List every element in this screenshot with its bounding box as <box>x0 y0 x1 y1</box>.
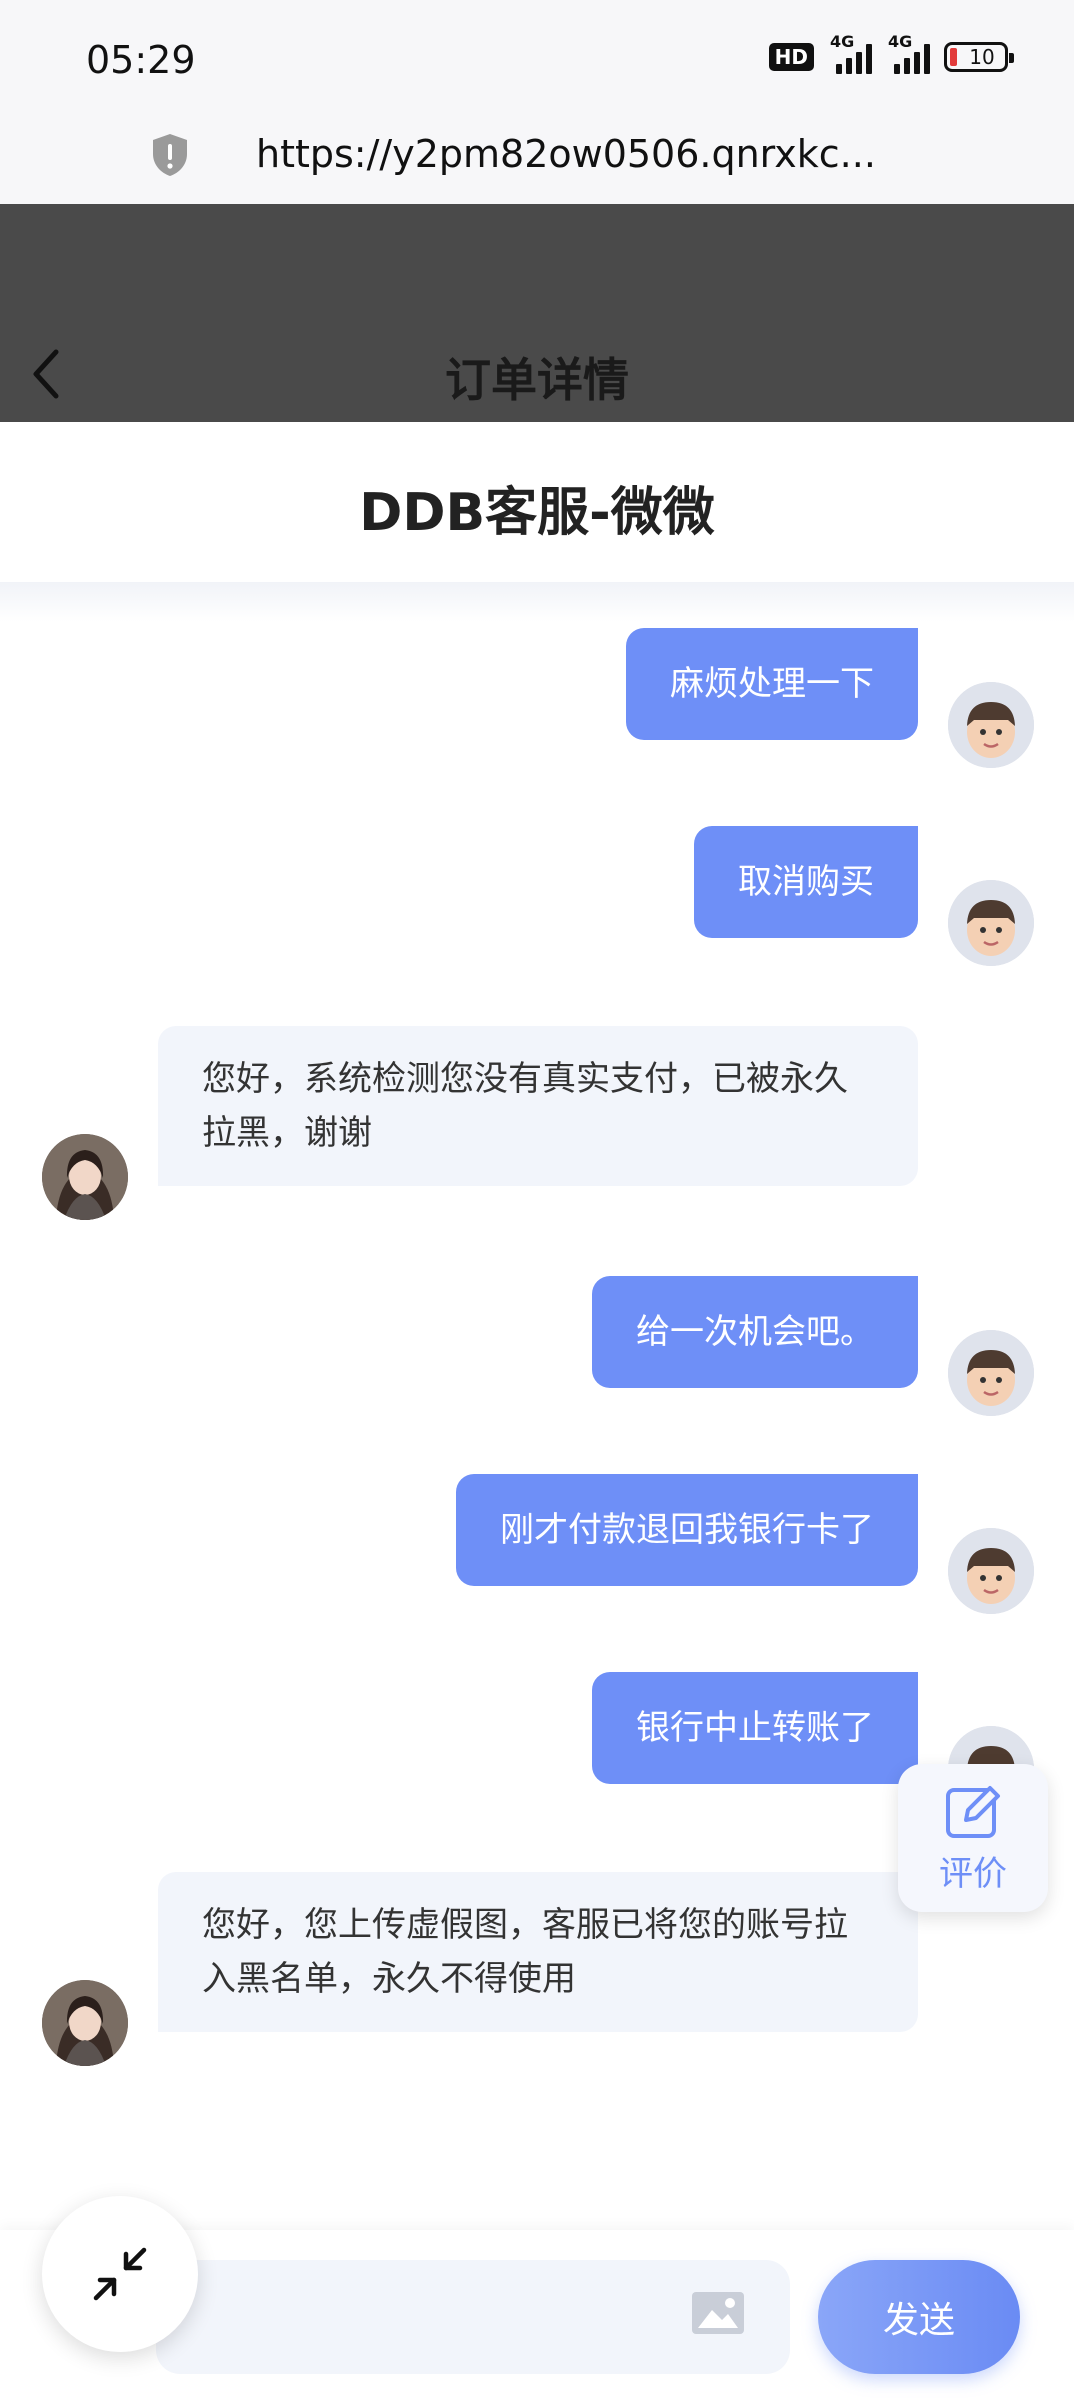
battery-level: 10 <box>969 45 995 69</box>
hd-icon: HD <box>768 43 814 71</box>
image-icon[interactable] <box>690 2290 746 2336</box>
message-user: 麻烦处理一下 <box>626 628 918 740</box>
network-type-1: 4G <box>830 32 855 51</box>
chat-title: DDB客服-微微 <box>359 483 715 543</box>
chat-divider <box>0 582 1074 622</box>
message-agent: 您好，系统检测您没有真实支付，已被永久拉黑，谢谢 <box>158 1026 918 1186</box>
message-user: 取消购买 <box>694 826 918 938</box>
address-bar[interactable]: https://y2pm82ow0506.qnrxkc... <box>0 120 1074 204</box>
message-agent: 您好，您上传虚假图，客服已将您的账号拉入黑名单，永久不得使用 <box>158 1872 918 2032</box>
status-time: 05:29 <box>86 38 196 82</box>
user-avatar <box>948 1528 1034 1614</box>
url-text[interactable]: https://y2pm82ow0506.qnrxkc... <box>256 132 876 176</box>
user-avatar <box>948 682 1034 768</box>
page-header: 订单详情 <box>0 204 1074 422</box>
collapse-icon <box>93 2247 147 2301</box>
status-bar: 05:29 HD 4G 4G 10 <box>0 0 1074 120</box>
signal-icon-1: 4G <box>828 32 872 74</box>
agent-avatar <box>42 1134 128 1220</box>
user-avatar <box>948 1330 1034 1416</box>
message-user: 银行中止转账了 <box>592 1672 918 1784</box>
edit-icon <box>946 1786 1000 1838</box>
shield-icon[interactable] <box>150 132 190 178</box>
user-avatar <box>948 880 1034 966</box>
rate-button[interactable]: 评价 <box>898 1764 1048 1912</box>
page-title: 订单详情 <box>445 353 629 407</box>
collapse-button[interactable] <box>42 2196 198 2352</box>
status-icons: HD 4G 4G 10 <box>768 32 1014 74</box>
battery-icon: 10 <box>944 42 1014 72</box>
agent-avatar <box>42 1980 128 2066</box>
message-user: 刚才付款退回我银行卡了 <box>456 1474 918 1586</box>
network-type-2: 4G <box>888 32 913 51</box>
message-user: 给一次机会吧。 <box>592 1276 918 1388</box>
signal-icon-2: 4G <box>886 32 930 74</box>
rate-label: 评价 <box>939 1854 1007 1894</box>
send-button[interactable]: 发送 <box>818 2260 1020 2374</box>
